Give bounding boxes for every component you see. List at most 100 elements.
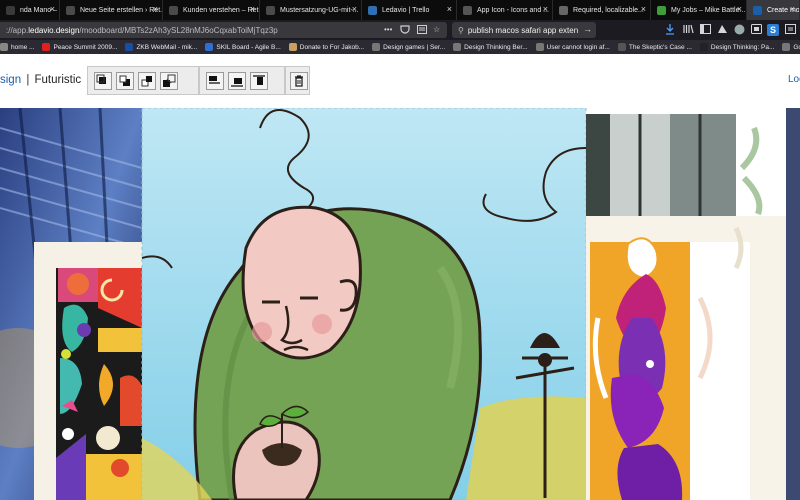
bookmark-star-icon[interactable]: ☆ [433, 25, 440, 34]
bookmark-label: Design Thinking: Pa... [710, 43, 775, 51]
tab-label: Kunden verstehen – Retr... [183, 6, 260, 14]
bookmark-favicon-icon [699, 43, 708, 51]
bookmark-label: Donate to For Jakob... [299, 43, 365, 51]
tab-favicon-icon [753, 5, 762, 15]
tab[interactable]: My Jobs – Mike Battle... × [651, 0, 747, 20]
bookmark-item[interactable]: The Skeptic's Case ... [617, 43, 692, 51]
bookmark-favicon-icon [288, 43, 297, 51]
bookmarks-bar: home ... Peace Summit 2009... ZKB WebMail … [0, 40, 800, 54]
bookmark-favicon-icon [372, 43, 381, 51]
url-path: /moodboard/MBTs2zAh3ySL28nMJ6oCqxabToiMj… [79, 25, 278, 35]
bookmark-favicon-icon [535, 43, 544, 51]
glass-building-photo[interactable] [586, 114, 736, 216]
tab-label: App Icon - Icons and ... [477, 6, 549, 14]
bring-to-front-button[interactable] [94, 71, 112, 90]
bring-forward-button[interactable] [138, 71, 156, 90]
bookmark-item[interactable]: Design Thinking: Pa... [699, 43, 775, 51]
screenshot-icon[interactable] [750, 24, 762, 36]
tab[interactable]: Mustersatzung-UG-mit-... × [260, 0, 362, 20]
tab-favicon-icon [559, 5, 568, 15]
tab-favicon-icon [368, 5, 377, 15]
tab-favicon-icon [66, 5, 75, 15]
bookmark-item[interactable]: Design Thinking Ber... [453, 43, 528, 51]
moodboard-title: sign | Futuristic [0, 74, 81, 86]
bookmark-item[interactable]: Design games | Ser... [372, 43, 445, 51]
send-to-back-button[interactable] [160, 71, 178, 90]
tab-close-icon[interactable]: × [790, 5, 795, 14]
align-toolbar [199, 66, 285, 95]
login-link[interactable]: Log [788, 74, 800, 85]
tab-close-icon[interactable]: × [50, 5, 55, 14]
bookmark-label: User cannot login af... [546, 43, 610, 51]
bookmark-label: SKIL Board - Agile B... [216, 43, 281, 51]
bookmark-favicon-icon [0, 43, 8, 51]
tab-label: Mustersatzung-UG-mit-... [280, 6, 359, 14]
tab-label: Neue Seite erstellen › Ret... [80, 6, 163, 14]
align-top-button[interactable] [250, 71, 268, 90]
tab-favicon-icon [6, 5, 15, 15]
tab-favicon-icon [463, 5, 472, 15]
tab-close-icon[interactable]: × [543, 5, 548, 14]
tab[interactable]: Required, localizable... × [553, 0, 651, 20]
align-left-button[interactable] [206, 71, 224, 90]
bookmark-item[interactable]: User cannot login af... [535, 43, 610, 51]
tab[interactable]: Kunden verstehen – Retr... × [163, 0, 260, 20]
bookmark-item[interactable]: Google [782, 43, 800, 51]
bookmark-label: Design games | Ser... [383, 43, 446, 51]
bookmark-item[interactable]: home ... [0, 43, 34, 51]
bookmark-label: Google [793, 43, 800, 51]
tab-favicon-icon [169, 5, 178, 15]
s-extension-icon[interactable]: S [767, 24, 779, 36]
moodboard-canvas[interactable] [0, 108, 800, 500]
bookmark-item[interactable]: SKIL Board - Agile B... [205, 43, 281, 51]
tab-label: Create moodb... [767, 6, 800, 14]
bookmark-label: home ... [11, 43, 35, 51]
url-prefix: ://app. [6, 25, 29, 35]
tab-label: Required, localizable... [573, 6, 644, 14]
reader-view-icon[interactable] [417, 25, 427, 36]
tab-close-icon[interactable]: × [447, 5, 452, 14]
tab[interactable]: Neue Seite erstellen › Ret... × [60, 0, 163, 20]
tab-close-icon[interactable]: × [352, 5, 357, 14]
abstract-art-left[interactable] [34, 242, 142, 500]
tab-label: Ledavio | Trello [382, 6, 430, 14]
grammarly-icon[interactable] [733, 24, 745, 36]
tab-close-icon[interactable]: × [737, 5, 742, 14]
tab[interactable]: nda Mano – Uni...× [0, 0, 60, 20]
downloads-icon[interactable] [664, 24, 676, 36]
bookmark-favicon-icon [125, 43, 134, 51]
tab-close-icon[interactable]: × [153, 5, 158, 14]
tab[interactable]: Ledavio | Trello × [362, 0, 457, 20]
arrange-toolbar [87, 66, 199, 95]
bookmark-item[interactable]: ZKB WebMail - mik... [125, 43, 197, 51]
bookmark-label: Peace Summit 2009... [53, 43, 118, 51]
brand-name[interactable]: sign [0, 74, 21, 86]
search-go-icon[interactable]: → [583, 24, 592, 34]
more-actions-icon[interactable]: ••• [384, 25, 392, 34]
library-icon[interactable] [682, 24, 694, 36]
moodboard-name: Futuristic [34, 74, 82, 86]
tab-close-icon[interactable]: × [641, 5, 646, 14]
tab[interactable]: Create moodb...× [747, 0, 800, 20]
delete-toolbar [285, 66, 310, 95]
search-value: publish macos safari app exten [467, 25, 579, 35]
tab[interactable]: App Icon - Icons and ... × [457, 0, 553, 20]
bookmark-favicon-icon [617, 43, 626, 51]
abstract-art-right[interactable] [586, 216, 786, 500]
align-bottom-button[interactable] [228, 71, 246, 90]
tab-close-icon[interactable]: × [250, 5, 255, 14]
bookmark-item[interactable]: Peace Summit 2009... [42, 43, 117, 51]
search-field[interactable]: ⚲ publish macos safari app exten → [452, 22, 596, 38]
delete-button[interactable] [290, 71, 308, 90]
bookmark-item[interactable]: Donate to For Jakob... [288, 43, 365, 51]
menu-icon[interactable] [784, 24, 796, 36]
url-host: ledavio.design [28, 25, 80, 35]
send-backward-button[interactable] [116, 71, 134, 90]
pocket-icon[interactable] [400, 25, 410, 36]
url-bar[interactable]: ://app. ledavio.design/moodboard/MBTs2zAh… [0, 22, 447, 38]
search-icon: ⚲ [458, 25, 464, 35]
illustration-green-figure[interactable] [141, 108, 587, 500]
extension-icon[interactable] [716, 24, 728, 36]
sidebar-icon[interactable] [699, 24, 711, 36]
bookmark-favicon-icon [782, 43, 791, 51]
